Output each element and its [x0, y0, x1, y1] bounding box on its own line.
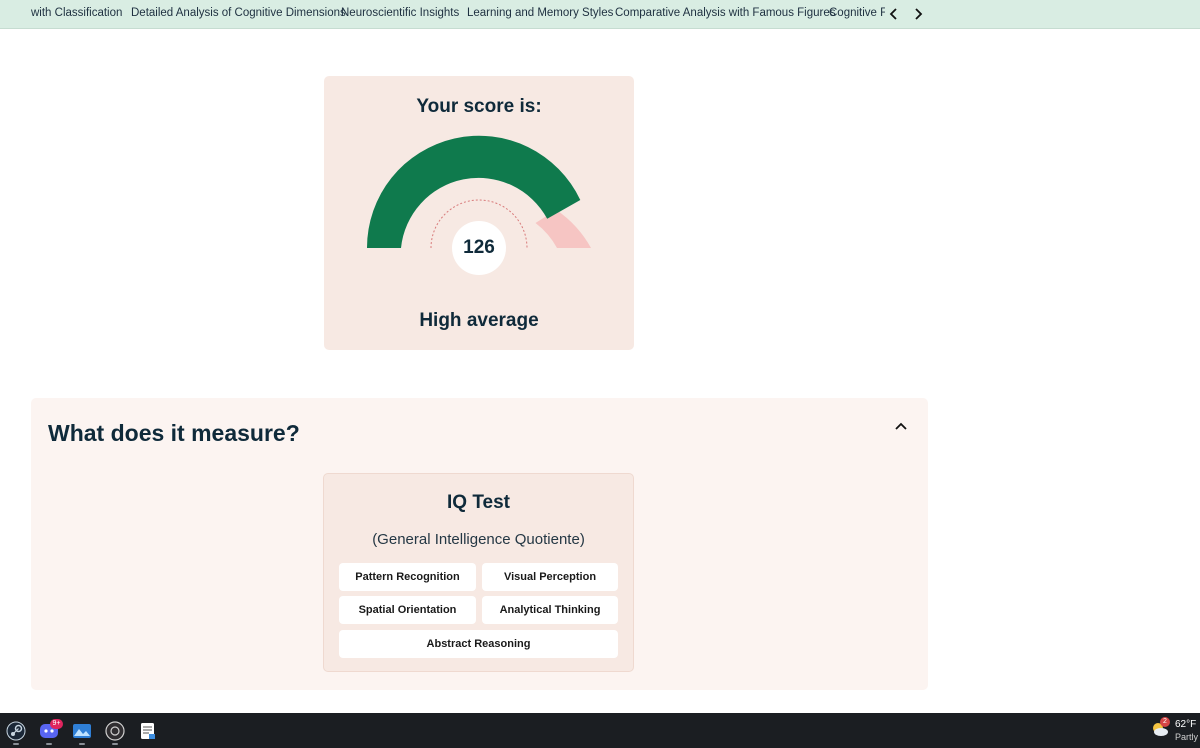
skill-chip-spatial-orientation: Spatial Orientation: [339, 596, 476, 624]
section-tabs: with Classification Detailed Analysis of…: [0, 0, 885, 28]
chevron-up-icon[interactable]: [889, 414, 913, 438]
taskbar-running-indicator: [112, 743, 118, 745]
score-card: Your score is: 126 High average: [324, 76, 634, 350]
measure-section: What does it measure? IQ Test (General I…: [31, 398, 928, 690]
iq-test-title: IQ Test: [447, 492, 510, 513]
tab-cognitive-flexibility[interactable]: Cognitive Fl: [829, 7, 885, 19]
gauge-remainder-arc: [535, 209, 591, 248]
tab-neuroscientific-insights[interactable]: Neuroscientific Insights: [341, 7, 459, 19]
obs-icon[interactable]: [105, 721, 125, 741]
tab-with-classification[interactable]: with Classification: [31, 7, 122, 19]
discord-notification-badge: 9+: [50, 719, 63, 729]
measure-section-title: What does it measure?: [48, 420, 300, 446]
chevron-left-icon[interactable]: [886, 5, 902, 23]
tab-learning-memory-styles[interactable]: Learning and Memory Styles: [467, 7, 613, 19]
photos-icon[interactable]: [72, 721, 92, 741]
weather-temperature: 62°F: [1175, 719, 1197, 730]
iq-test-card: IQ Test (General Intelligence Quotiente)…: [323, 473, 634, 672]
score-title: Your score is:: [416, 96, 542, 117]
taskbar-running-indicator: [13, 743, 19, 745]
iq-test-subtitle: (General Intelligence Quotiente): [372, 531, 585, 548]
weather-condition: Partly: [1175, 732, 1199, 742]
taskbar-running-indicator: [79, 743, 85, 745]
tab-comparative-analysis[interactable]: Comparative Analysis with Famous Figures: [615, 7, 836, 19]
weather-alert-badge: 2: [1160, 717, 1170, 727]
taskbar-running-indicator: [46, 743, 52, 745]
notepad-icon[interactable]: [138, 721, 158, 741]
skill-chip-analytical-thinking: Analytical Thinking: [482, 596, 618, 624]
taskbar: 9+ 2 62°F Partly: [0, 713, 1200, 748]
skill-chip-abstract-reasoning: Abstract Reasoning: [339, 630, 618, 658]
score-value: 126: [452, 221, 506, 275]
section-tab-bar: with Classification Detailed Analysis of…: [0, 0, 1200, 29]
steam-icon[interactable]: [6, 721, 26, 741]
tab-detailed-analysis[interactable]: Detailed Analysis of Cognitive Dimension…: [131, 7, 346, 19]
chevron-right-icon[interactable]: [910, 5, 926, 23]
score-classification: High average: [419, 310, 539, 331]
skill-chip-pattern-recognition: Pattern Recognition: [339, 563, 476, 591]
skill-chip-visual-perception: Visual Perception: [482, 563, 618, 591]
